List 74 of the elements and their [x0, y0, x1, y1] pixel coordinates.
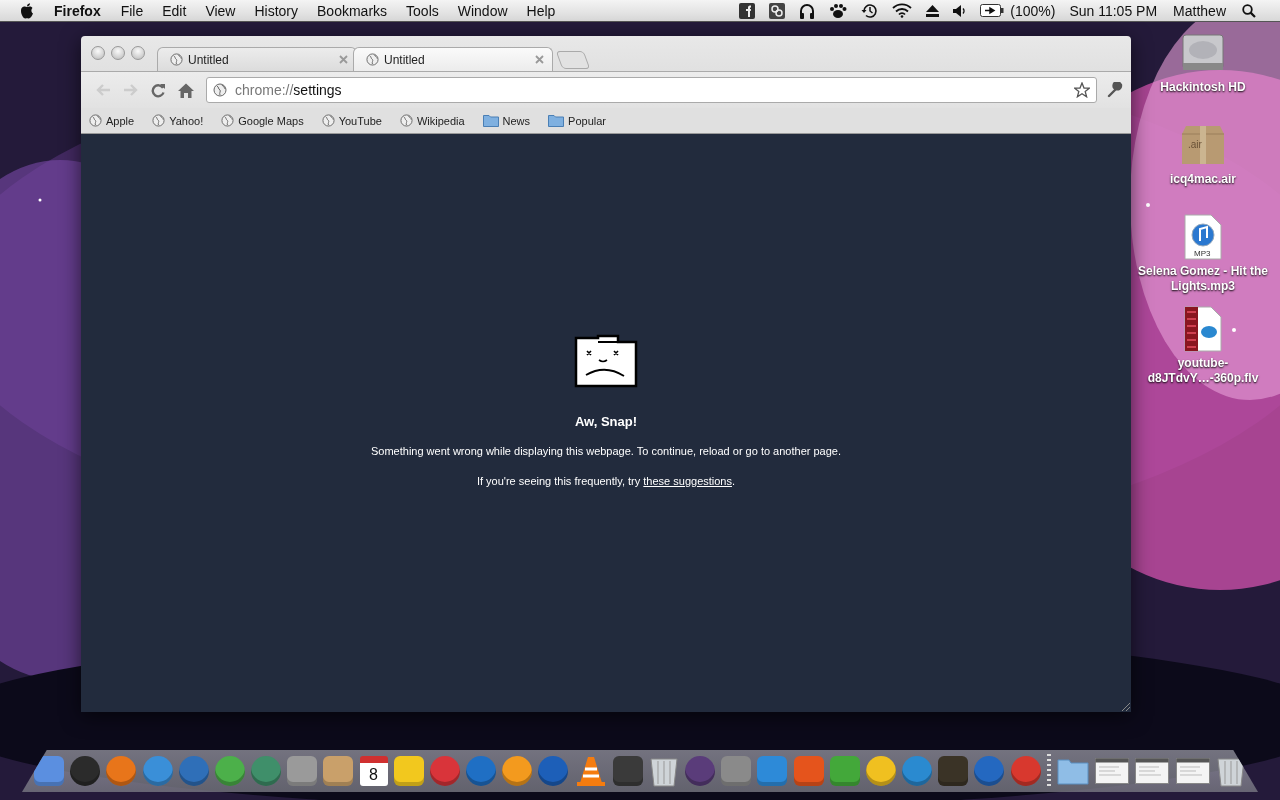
menu-item[interactable]: History	[254, 2, 299, 19]
app-icon[interactable]	[34, 756, 64, 786]
resize-grip-icon[interactable]	[1121, 702, 1130, 711]
address-bar[interactable]: chrome://settings	[206, 77, 1097, 103]
file-name: icq4mac.air	[1168, 172, 1237, 187]
folder-icon	[482, 114, 499, 127]
suggestions-link[interactable]: these suggestions	[643, 475, 732, 487]
menu-item[interactable]: Tools	[406, 2, 439, 19]
battery-percentage: (100%)	[1010, 2, 1056, 19]
bookmark[interactable]: News	[482, 114, 531, 127]
menu-item[interactable]: View	[205, 2, 236, 19]
new-tab-button[interactable]	[555, 51, 591, 69]
url-text: chrome://settings	[235, 82, 343, 98]
bookmark[interactable]: Google Maps	[221, 114, 304, 127]
window-thumbnail-icon[interactable]	[1175, 758, 1210, 784]
window-thumbnail-icon[interactable]	[1135, 758, 1170, 784]
folder-icon	[548, 114, 565, 127]
error-title: Aw, Snap!	[574, 414, 638, 429]
minimize-button[interactable]	[111, 46, 125, 60]
globe-icon	[399, 114, 413, 127]
file-name: Selena Gomez - Hit the Lights.mp3	[1137, 264, 1269, 294]
music-file-icon[interactable]: MP3	[1184, 214, 1222, 260]
traffic-cone-icon[interactable]	[574, 755, 607, 787]
app-menu[interactable]: Firefox	[54, 2, 101, 19]
menu-item[interactable]: Bookmarks	[317, 2, 388, 19]
app-icon[interactable]	[938, 756, 969, 786]
home-icon[interactable]	[178, 82, 194, 98]
globe-icon	[321, 114, 335, 127]
tab[interactable]: Untitled	[353, 47, 553, 71]
paw-icon[interactable]	[829, 2, 848, 19]
bookmark[interactable]: YouTube	[321, 114, 382, 127]
menu-item[interactable]: Window	[457, 2, 508, 19]
bookmark[interactable]: Yahoo!	[152, 114, 204, 127]
folder-icon[interactable]	[1057, 757, 1089, 785]
wifi-icon[interactable]	[892, 3, 913, 18]
globe-icon	[213, 83, 227, 97]
globe-icon	[89, 114, 102, 127]
square-chain-icon[interactable]	[769, 2, 786, 19]
app-icon[interactable]	[612, 756, 643, 786]
zoom-button[interactable]	[131, 46, 145, 60]
speaker-icon[interactable]	[953, 4, 967, 17]
close-tab-icon[interactable]	[535, 55, 544, 64]
user-name[interactable]: Matthew	[1173, 2, 1226, 19]
star-icon[interactable]	[1074, 82, 1090, 98]
calendar-icon[interactable]: 8	[359, 756, 388, 786]
bookmark[interactable]: Popular	[548, 114, 606, 127]
suggestion-text: If you're seeing this frequently, try these suggestions.	[476, 475, 736, 487]
globe-icon	[152, 114, 166, 127]
menu-item[interactable]: Edit	[162, 2, 187, 19]
sad-folder-icon	[574, 334, 638, 388]
reload-icon[interactable]	[151, 82, 166, 98]
globe-icon	[170, 53, 183, 66]
apple-icon[interactable]	[20, 2, 34, 19]
file-name: Hackintosh HD	[1159, 80, 1247, 95]
eject-icon[interactable]	[926, 4, 940, 17]
window-thumbnail-icon[interactable]	[1095, 758, 1130, 784]
close-tab-icon[interactable]	[339, 55, 348, 64]
square-f-icon[interactable]	[739, 2, 756, 19]
globe-icon	[221, 114, 235, 127]
menu-item[interactable]: Help	[526, 2, 556, 19]
file-name: youtube-d8JTdvY…-360p.flv	[1146, 356, 1260, 386]
app-icon[interactable]	[393, 756, 424, 786]
error-message: Something went wrong while displaying this webpage. To continue, reload or go to another page.	[370, 445, 841, 457]
bookmark[interactable]: Wikipedia	[399, 114, 465, 127]
menu-item[interactable]: File	[120, 2, 144, 19]
bookmark[interactable]: Apple	[89, 114, 135, 127]
clock-history-icon[interactable]	[861, 2, 879, 19]
video-file-icon[interactable]	[1184, 306, 1222, 352]
clock[interactable]: Sun 11:05 PM	[1069, 2, 1158, 19]
headphones-icon[interactable]	[799, 2, 816, 19]
battery-icon[interactable]	[980, 4, 1005, 17]
globe-icon	[366, 53, 379, 66]
close-button[interactable]	[91, 46, 105, 60]
search-icon[interactable]	[1242, 3, 1256, 18]
